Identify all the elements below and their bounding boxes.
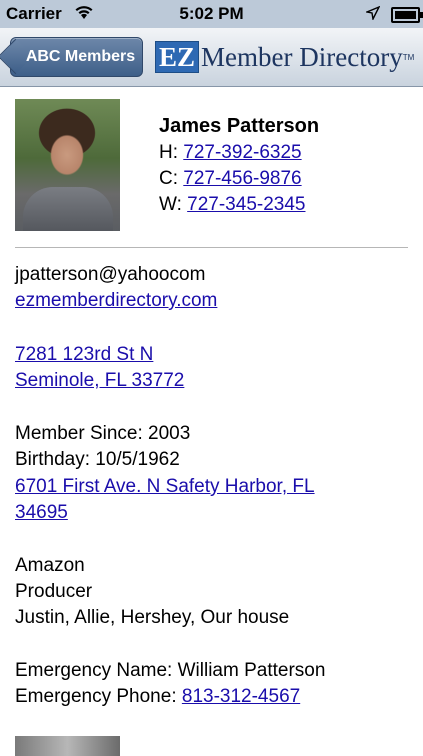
family-members: Justin, Allie, Hershey, Our house — [15, 607, 290, 628]
alt-address-line2-link[interactable]: 34695 — [15, 500, 68, 526]
member-name: James Patterson — [159, 115, 320, 137]
home-phone-link[interactable]: 727-392-6325 — [183, 142, 301, 163]
divider — [15, 247, 408, 248]
status-bar: Carrier 5:02 PM — [0, 0, 423, 28]
secondary-photo — [15, 736, 120, 756]
email-text: jpatterson@yahoocom — [15, 264, 206, 285]
member-photo — [15, 99, 120, 231]
emergency-name: Emergency Name: William Patterson — [15, 660, 326, 681]
logo-ez: EZ — [155, 41, 200, 73]
work-phone-link[interactable]: 727-345-2345 — [187, 194, 305, 215]
home-phone-prefix: H: — [159, 142, 178, 163]
logo-trademark: TM — [402, 52, 415, 62]
cell-phone-row: C: 727-456-9876 — [159, 166, 302, 192]
address-line2-link[interactable]: Seminole, FL 33772 — [15, 368, 184, 394]
work-phone-row: W: 727-345-2345 — [159, 192, 305, 218]
clock: 5:02 PM — [179, 4, 244, 23]
company: Amazon — [15, 555, 85, 576]
birthday: Birthday: 10/5/1962 — [15, 449, 180, 470]
website-link[interactable]: ezmemberdirectory.com — [15, 288, 217, 314]
alt-address-line1-link[interactable]: 6701 First Ave. N Safety Harbor, FL — [15, 474, 315, 500]
logo-text: Member Directory — [201, 41, 403, 72]
back-button-label: ABC Members — [25, 48, 136, 65]
address-line1-link[interactable]: 7281 123rd St N — [15, 342, 153, 368]
cell-phone-prefix: C: — [159, 168, 178, 189]
job-title: Producer — [15, 581, 93, 602]
cell-phone-link[interactable]: 727-456-9876 — [183, 168, 301, 189]
app-logo: EZ Member Directory TM — [155, 40, 414, 74]
back-button[interactable]: ABC Members — [0, 37, 143, 77]
home-phone-row: H: 727-392-6325 — [159, 140, 302, 166]
work-phone-prefix: W: — [159, 194, 182, 215]
emergency-phone-label: Emergency Phone: — [15, 686, 177, 707]
location-arrow-icon — [364, 5, 381, 25]
navigation-bar: ABC Members EZ Member Directory TM — [0, 28, 423, 87]
member-since: Member Since: 2003 — [15, 423, 191, 444]
battery-icon — [391, 7, 423, 23]
emergency-phone-row: Emergency Phone: 813-312-4567 — [15, 684, 300, 710]
emergency-phone-link[interactable]: 813-312-4567 — [182, 686, 300, 707]
